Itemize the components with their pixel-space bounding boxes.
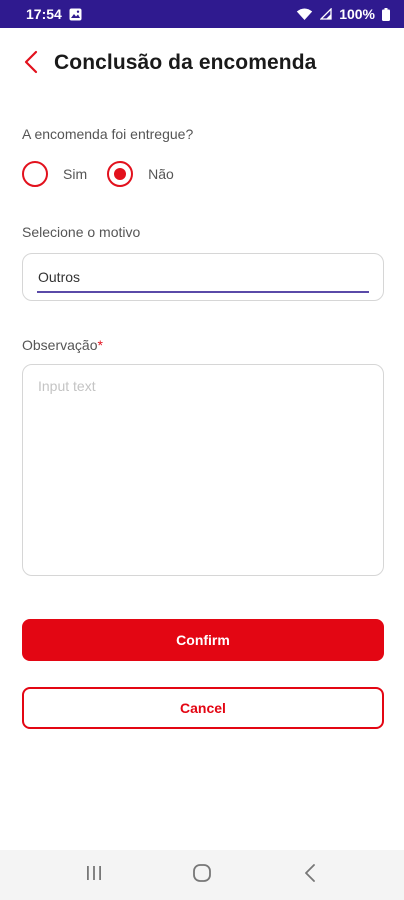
page-title: Conclusão da encomenda [54,51,317,74]
status-right: 100% [296,6,390,22]
back-icon [304,863,316,887]
observation-label-text: Observação [22,337,98,353]
back-button[interactable] [18,50,44,78]
app-header: Conclusão da encomenda [0,36,404,92]
home-icon [192,863,212,888]
reason-select-value: Outros [38,269,81,285]
reason-label: Selecione o motivo [22,224,141,240]
confirm-button[interactable]: Confirm [22,619,384,661]
delivery-radio-group: Sim Não [22,161,174,187]
wifi-icon [296,8,313,21]
status-time: 17:54 [26,6,62,22]
observation-textarea[interactable] [22,364,384,576]
radio-label-sim: Sim [63,166,88,182]
chevron-left-icon [24,50,38,79]
radio-button-nao[interactable] [107,161,134,187]
reason-select-underline [37,291,369,293]
cancel-button[interactable]: Cancel [22,687,384,729]
status-left: 17:54 [26,6,82,22]
system-nav-bar [0,850,404,900]
reason-select[interactable]: Outros [22,253,384,301]
delivery-question: A encomenda foi entregue? [22,126,194,142]
battery-percent: 100% [339,6,375,22]
system-back-button[interactable] [290,855,330,895]
radio-option-nao[interactable]: Não [107,161,174,187]
radio-selected-dot [114,168,127,180]
radio-button-sim[interactable] [22,161,48,187]
radio-option-sim[interactable]: Sim [22,161,87,187]
recent-apps-button[interactable] [74,855,114,895]
required-mark: * [97,337,103,353]
radio-label-nao: Não [148,166,174,182]
recent-apps-icon [85,865,103,886]
signal-icon [320,8,332,20]
observation-label: Observação* [22,337,103,353]
home-button[interactable] [182,855,222,895]
image-icon [69,8,82,21]
battery-icon [382,7,390,21]
status-bar: 17:54 100% [0,0,404,28]
